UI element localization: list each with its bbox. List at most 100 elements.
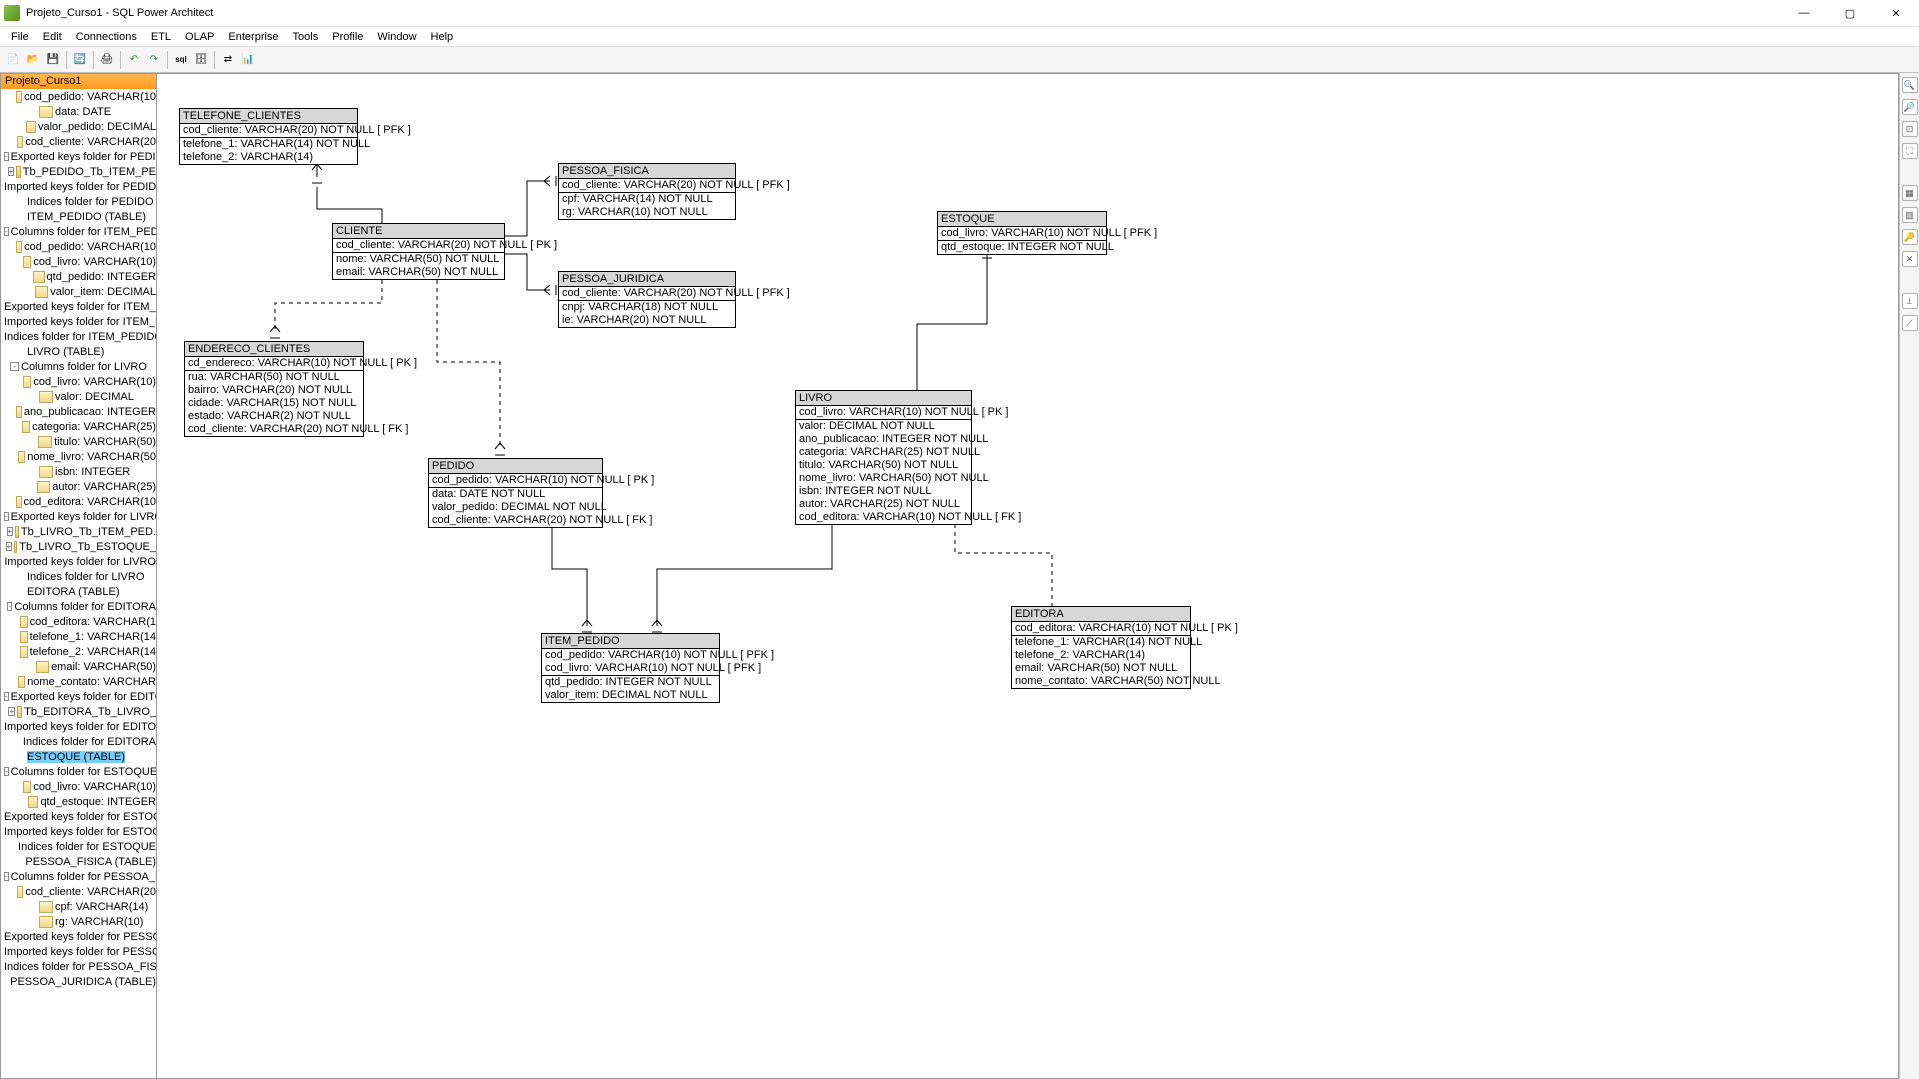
menu-window[interactable]: Window: [370, 29, 423, 45]
expand-icon[interactable]: +: [8, 167, 15, 176]
tree-row[interactable]: +Tb_LIVRO_Tb_ITEM_PED.: [1, 524, 156, 539]
tree-row[interactable]: cod_cliente: VARCHAR(20: [1, 884, 156, 899]
tree-header[interactable]: Projeto_Curso1: [1, 74, 156, 89]
expand-icon[interactable]: -: [7, 602, 12, 611]
undo-icon[interactable]: ↶: [125, 51, 143, 69]
tree-row[interactable]: Imported keys folder for PESSOA_: [1, 944, 156, 959]
new-icon[interactable]: 📄: [4, 51, 22, 69]
close-button[interactable]: ✕: [1873, 0, 1919, 27]
column[interactable]: valor_item: DECIMAL NOT NULL: [542, 689, 719, 702]
table-pedido[interactable]: PEDIDOcod_pedido: VARCHAR(10) NOT NULL […: [428, 458, 603, 528]
column[interactable]: cod_editora: VARCHAR(10) NOT NULL [ FK ]: [796, 511, 971, 524]
table-livro[interactable]: LIVROcod_livro: VARCHAR(10) NOT NULL [ P…: [795, 390, 972, 525]
column-pk[interactable]: cod_cliente: VARCHAR(20) NOT NULL [ PFK …: [180, 124, 357, 137]
menu-tools[interactable]: Tools: [286, 29, 326, 45]
column[interactable]: ie: VARCHAR(20) NOT NULL: [559, 314, 735, 327]
column[interactable]: autor: VARCHAR(25) NOT NULL: [796, 498, 971, 511]
tree-row[interactable]: cod_cliente: VARCHAR(20: [1, 134, 156, 149]
column-pk[interactable]: cod_cliente: VARCHAR(20) NOT NULL [ PFK …: [559, 179, 735, 192]
menu-connections[interactable]: Connections: [69, 29, 144, 45]
column[interactable]: categoria: VARCHAR(25) NOT NULL: [796, 446, 971, 459]
menu-etl[interactable]: ETL: [144, 29, 178, 45]
column[interactable]: estado: VARCHAR(2) NOT NULL: [185, 410, 363, 423]
tree-row[interactable]: qtd_estoque: INTEGER: [1, 794, 156, 809]
tree-row[interactable]: Indices folder for ESTOQUE: [1, 839, 156, 854]
table-estoque[interactable]: ESTOQUEcod_livro: VARCHAR(10) NOT NULL […: [937, 211, 1107, 255]
tree-row[interactable]: -Exported keys folder for LIVRO: [1, 509, 156, 524]
tree-row[interactable]: Exported keys folder for PESSOA: [1, 929, 156, 944]
menu-help[interactable]: Help: [424, 29, 461, 45]
column[interactable]: telefone_2: VARCHAR(14): [180, 151, 357, 164]
tree-row[interactable]: -Columns folder for PESSOA_FISIC: [1, 869, 156, 884]
table-header[interactable]: EDITORA: [1012, 607, 1190, 622]
tree-row[interactable]: EDITORA (TABLE): [1, 584, 156, 599]
column-pk[interactable]: cod_livro: VARCHAR(10) NOT NULL [ PFK ]: [938, 227, 1106, 240]
column-pk[interactable]: cod_cliente: VARCHAR(20) NOT NULL [ PFK …: [559, 287, 735, 300]
column[interactable]: bairro: VARCHAR(20) NOT NULL: [185, 384, 363, 397]
minimize-button[interactable]: —: [1781, 0, 1827, 27]
menu-profile[interactable]: Profile: [325, 29, 370, 45]
tree-row[interactable]: cod_pedido: VARCHAR(10: [1, 89, 156, 104]
expand-icon[interactable]: -: [4, 152, 9, 161]
delete-tool-icon[interactable]: ✕: [1902, 251, 1918, 267]
column[interactable]: data: DATE NOT NULL: [429, 488, 602, 501]
tree-row[interactable]: categoria: VARCHAR(25): [1, 419, 156, 434]
column[interactable]: qtd_pedido: INTEGER NOT NULL: [542, 676, 719, 689]
tree-row[interactable]: cod_editora: VARCHAR(1: [1, 614, 156, 629]
tree-row[interactable]: ITEM_PEDIDO (TABLE): [1, 209, 156, 224]
expand-icon[interactable]: -: [4, 227, 9, 236]
column-pk[interactable]: cod_pedido: VARCHAR(10) NOT NULL [ PFK ]: [542, 649, 719, 662]
expand-icon[interactable]: +: [6, 542, 13, 551]
tree-row[interactable]: cod_livro: VARCHAR(10): [1, 779, 156, 794]
column[interactable]: rua: VARCHAR(50) NOT NULL: [185, 371, 363, 384]
tree-row[interactable]: -Columns folder for LIVRO: [1, 359, 156, 374]
tree-row[interactable]: -Columns folder for ITEM_PEDIDO: [1, 224, 156, 239]
tree[interactable]: cod_pedido: VARCHAR(10data: DATEvalor_pe…: [1, 89, 156, 1078]
column[interactable]: titulo: VARCHAR(50) NOT NULL: [796, 459, 971, 472]
column-pk[interactable]: cod_livro: VARCHAR(10) NOT NULL [ PK ]: [796, 406, 971, 419]
tree-row[interactable]: Indices folder for PEDIDO: [1, 194, 156, 209]
menu-edit[interactable]: Edit: [36, 29, 69, 45]
menu-file[interactable]: File: [4, 29, 36, 45]
tree-row[interactable]: autor: VARCHAR(25): [1, 479, 156, 494]
chart-icon[interactable]: 📊: [239, 51, 257, 69]
table-header[interactable]: PEDIDO: [429, 459, 602, 474]
tree-row[interactable]: nome_contato: VARCHAR: [1, 674, 156, 689]
tree-row[interactable]: cod_pedido: VARCHAR(10: [1, 239, 156, 254]
column[interactable]: isbn: INTEGER NOT NULL: [796, 485, 971, 498]
menu-enterprise[interactable]: Enterprise: [221, 29, 285, 45]
column-pk[interactable]: cd_endereco: VARCHAR(10) NOT NULL [ PK ]: [185, 357, 363, 370]
tree-row[interactable]: valor_item: DECIMAL: [1, 284, 156, 299]
column-tool-icon[interactable]: ▥: [1902, 207, 1918, 223]
column[interactable]: email: VARCHAR(50) NOT NULL: [333, 266, 504, 279]
tree-row[interactable]: Indices folder for PESSOA_FISICA: [1, 959, 156, 974]
diagram-canvas[interactable]: TELEFONE_CLIENTEScod_cliente: VARCHAR(20…: [157, 73, 1899, 1079]
tree-row[interactable]: PESSOA_FISICA (TABLE): [1, 854, 156, 869]
save-icon[interactable]: 💾: [44, 51, 62, 69]
column[interactable]: valor_pedido: DECIMAL NOT NULL: [429, 501, 602, 514]
column[interactable]: cpf: VARCHAR(14) NOT NULL: [559, 193, 735, 206]
relation-tool-icon[interactable]: ⟂: [1902, 293, 1918, 309]
column[interactable]: cnpj: VARCHAR(18) NOT NULL: [559, 301, 735, 314]
tree-row[interactable]: Exported keys folder for ITEM_PE: [1, 299, 156, 314]
key-tool-icon[interactable]: 🔑: [1902, 229, 1918, 245]
table-tool-icon[interactable]: ▦: [1902, 185, 1918, 201]
tree-row[interactable]: -Columns folder for EDITORA: [1, 599, 156, 614]
expand-icon[interactable]: -: [4, 512, 9, 521]
table-endereco[interactable]: ENDERECO_CLIENTEScd_endereco: VARCHAR(10…: [184, 341, 364, 437]
zoom-out-icon[interactable]: 🔎: [1902, 99, 1918, 115]
tree-row[interactable]: qtd_pedido: INTEGER: [1, 269, 156, 284]
maximize-button[interactable]: ▢: [1827, 0, 1873, 27]
redo-icon[interactable]: ↷: [145, 51, 163, 69]
table-cliente[interactable]: CLIENTEcod_cliente: VARCHAR(20) NOT NULL…: [332, 223, 505, 280]
column[interactable]: telefone_1: VARCHAR(14) NOT NULL: [180, 138, 357, 151]
tree-row[interactable]: cod_livro: VARCHAR(10): [1, 374, 156, 389]
tree-row[interactable]: titulo: VARCHAR(50): [1, 434, 156, 449]
column[interactable]: valor: DECIMAL NOT NULL: [796, 420, 971, 433]
tree-row[interactable]: LIVRO (TABLE): [1, 344, 156, 359]
tree-row[interactable]: +Tb_EDITORA_Tb_LIVRO_: [1, 704, 156, 719]
table-fisica[interactable]: PESSOA_FISICAcod_cliente: VARCHAR(20) NO…: [558, 163, 736, 220]
tree-row[interactable]: Imported keys folder for ITEM_PE: [1, 314, 156, 329]
table-telefone[interactable]: TELEFONE_CLIENTEScod_cliente: VARCHAR(20…: [179, 108, 358, 165]
table-header[interactable]: PESSOA_FISICA: [559, 164, 735, 179]
